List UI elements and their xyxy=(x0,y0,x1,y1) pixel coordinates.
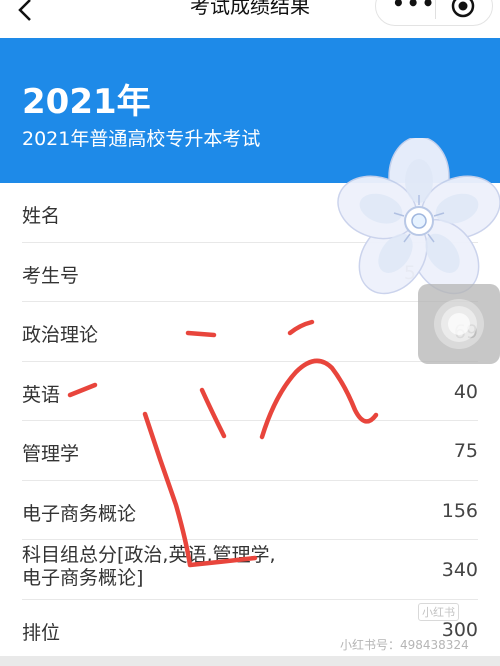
row-label: 考生号 xyxy=(22,264,80,287)
row-value: 340 xyxy=(441,559,478,581)
row-label: 科目组总分[政治,英语,管理学,电子商务概论] xyxy=(22,544,276,589)
result-row-management: 管理学 75 xyxy=(22,421,478,481)
capsule-divider xyxy=(435,0,436,19)
row-label: 姓名 xyxy=(22,205,61,227)
exam-name: 2021年普通高校专升本考试 xyxy=(22,128,261,150)
row-value: 156 xyxy=(441,499,478,522)
assistive-touch-button[interactable] xyxy=(418,284,500,364)
row-label: 政治理论 xyxy=(22,324,99,346)
miniprogram-capsule: ••• xyxy=(375,0,493,26)
flower-sticker-icon xyxy=(337,138,500,295)
assistive-ring xyxy=(448,313,470,335)
close-button[interactable] xyxy=(450,0,476,23)
row-label: 排位 xyxy=(22,621,61,644)
result-row-total: 科目组总分[政治,英语,管理学,电子商务概论] 340 xyxy=(22,540,478,600)
result-row-ecommerce: 电子商务概论 156 xyxy=(22,481,478,540)
result-row-politics: 政治理论 69 xyxy=(22,302,478,362)
watermark-badge: 小红书 xyxy=(418,603,459,621)
row-value: 75 xyxy=(453,440,478,462)
result-row-english: 英语 40 xyxy=(22,362,478,421)
row-label: 电子商务概论 xyxy=(22,502,137,525)
more-button[interactable]: ••• xyxy=(392,0,436,15)
exam-year: 2021年 xyxy=(22,82,151,122)
row-value: 40 xyxy=(453,380,478,403)
row-label: 管理学 xyxy=(22,443,80,465)
navbar: 考试成绩结果 ••• xyxy=(0,0,500,38)
target-icon xyxy=(451,0,475,18)
bottom-bar xyxy=(0,656,500,666)
watermark-text: 小红书号：498438324 xyxy=(340,638,469,652)
row-label: 英语 xyxy=(22,383,61,406)
